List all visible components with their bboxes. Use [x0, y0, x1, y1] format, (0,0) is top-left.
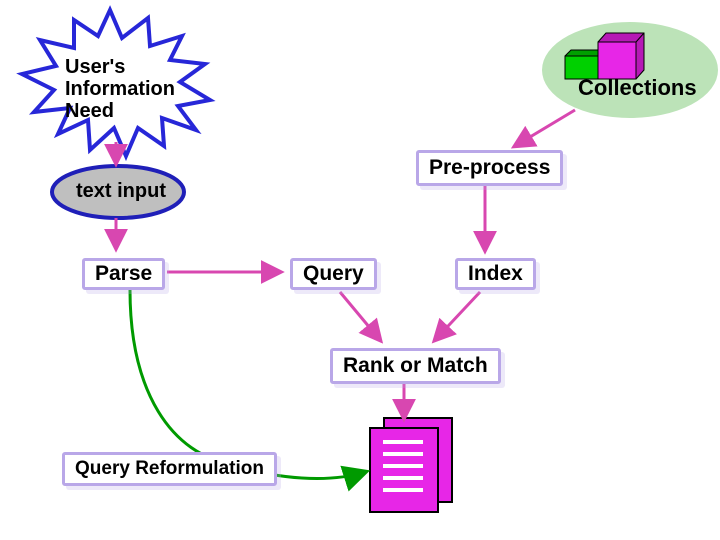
cube-magenta: [598, 33, 644, 79]
user-need-text: User's Information Need: [65, 56, 205, 122]
results-doc-front: [370, 428, 438, 512]
index-box: Index: [455, 258, 536, 290]
query-label: Query: [303, 262, 364, 285]
preprocess-label: Pre-process: [429, 156, 550, 179]
arrow-query-to-rank: [340, 292, 380, 340]
feedback-curve-parse-to-reformulation: [130, 290, 235, 465]
arrow-index-to-rank: [435, 292, 480, 340]
preprocess-box: Pre-process: [416, 150, 563, 186]
query-box: Query: [290, 258, 377, 290]
text-input-label: text input: [76, 180, 166, 203]
rank-label: Rank or Match: [343, 354, 488, 377]
parse-box: Parse: [82, 258, 165, 290]
collections-label: Collections: [578, 75, 697, 101]
arrow-collections-to-preprocess: [515, 110, 575, 146]
reformulation-label: Query Reformulation: [75, 458, 264, 479]
rank-box: Rank or Match: [330, 348, 501, 384]
user-need-label: User's Information Need: [65, 56, 205, 122]
parse-label: Parse: [95, 262, 152, 285]
reformulation-box: Query Reformulation: [62, 452, 277, 486]
index-label: Index: [468, 262, 523, 285]
diagram: User's Information Need Collections Pre-…: [0, 0, 720, 540]
